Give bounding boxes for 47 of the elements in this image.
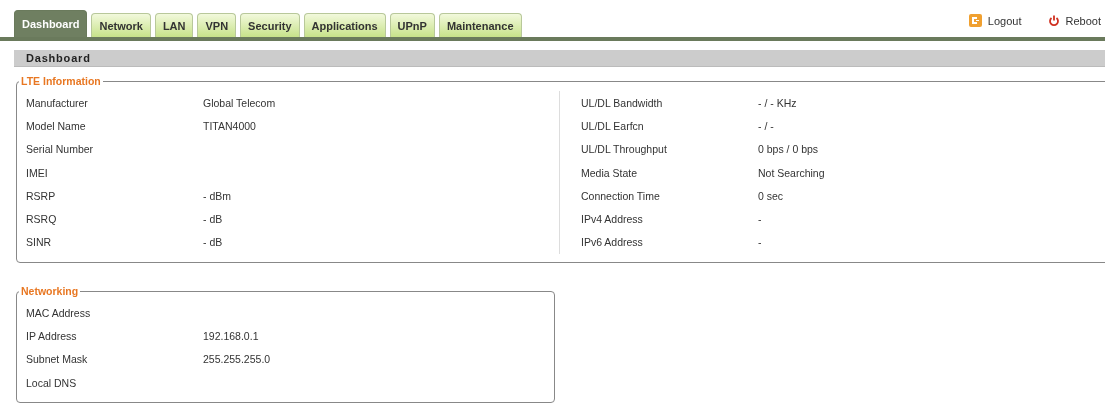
field-value: - / - bbox=[758, 119, 775, 132]
nav-tab[interactable]: Dashboard bbox=[14, 10, 88, 37]
field-label: Model Name bbox=[26, 119, 87, 132]
page-title: Dashboard bbox=[26, 52, 91, 64]
field-label: IPv4 Address bbox=[581, 213, 644, 226]
field-label: RSRP bbox=[26, 189, 57, 202]
field-value: Not Searching bbox=[758, 166, 826, 179]
logout-button[interactable]: Logout bbox=[968, 14, 1022, 27]
field-label: UL/DL Earfcn bbox=[581, 119, 645, 132]
field-label: Local DNS bbox=[26, 376, 78, 389]
field-label: Media State bbox=[581, 166, 639, 179]
reboot-button[interactable]: Reboot bbox=[1047, 14, 1101, 27]
field-label: Manufacturer bbox=[26, 96, 89, 109]
power-icon bbox=[1047, 14, 1060, 27]
field-value: TITAN4000 bbox=[203, 119, 257, 132]
field-label: SINR bbox=[26, 236, 53, 249]
nav-tab[interactable]: LAN bbox=[154, 13, 194, 37]
field-label: Subnet Mask bbox=[26, 353, 89, 366]
field-label: IMEI bbox=[26, 166, 49, 179]
field-value: - / - KHz bbox=[758, 96, 798, 109]
field-value: - dBm bbox=[203, 189, 232, 202]
field-label: UL/DL Throughput bbox=[581, 143, 668, 156]
field-value: 192.168.0.1 bbox=[203, 330, 260, 342]
nav-tab[interactable]: UPnP bbox=[389, 13, 435, 37]
field-value: 0 bps / 0 bps bbox=[758, 143, 820, 156]
nav-tab[interactable]: Security bbox=[240, 13, 300, 37]
field-label: IPv6 Address bbox=[581, 236, 644, 249]
logout-icon bbox=[968, 14, 982, 27]
field-value: 0 sec bbox=[758, 189, 785, 202]
field-value: Global Telecom bbox=[203, 96, 277, 109]
nav-tab[interactable]: VPN bbox=[197, 13, 237, 37]
field-label: RSRQ bbox=[26, 213, 58, 226]
field-value: - dB bbox=[203, 213, 224, 226]
field-value: 255.255.255.0 bbox=[203, 353, 272, 366]
field-label: MAC Address bbox=[26, 306, 92, 319]
panel-title: Networking bbox=[20, 285, 80, 298]
field-label: Serial Number bbox=[26, 143, 95, 156]
field-label: IP Address bbox=[26, 330, 78, 342]
nav-tab[interactable]: Maintenance bbox=[438, 13, 522, 37]
panel-title: LTE Information bbox=[20, 75, 102, 87]
nav-tab[interactable]: Applications bbox=[303, 13, 386, 37]
field-label: Connection Time bbox=[581, 189, 661, 202]
field-value: - dB bbox=[203, 236, 224, 249]
field-value: - bbox=[758, 236, 763, 249]
field-label: UL/DL Bandwidth bbox=[581, 96, 664, 109]
nav-tab[interactable]: Network bbox=[91, 13, 151, 37]
field-value: - bbox=[758, 213, 763, 226]
